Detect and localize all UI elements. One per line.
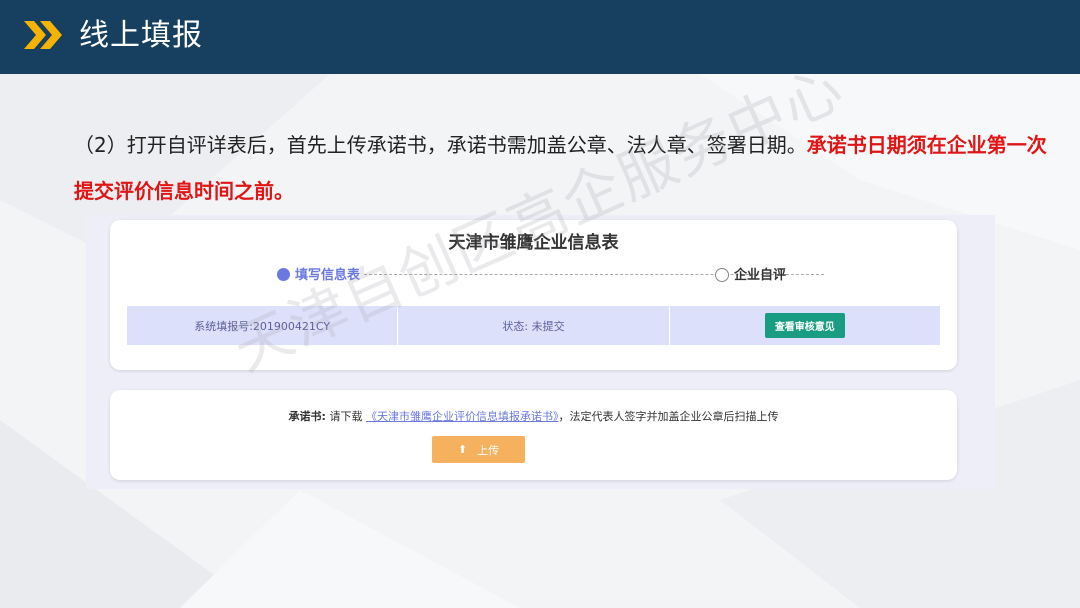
- upload-card: 承诺书: 请下载 《天津市雏鹰企业评价信息填报承诺书》，法定代表人签字并加盖企业…: [110, 390, 957, 480]
- slide-header: 线上填报: [0, 0, 1080, 74]
- review-cell: 查看审核意见: [670, 306, 940, 345]
- promise-suffix: ，法定代表人签字并加盖企业公章后扫描上传: [558, 410, 779, 423]
- view-review-button[interactable]: 查看审核意见: [764, 313, 845, 338]
- promise-prefix: 请下载: [325, 410, 366, 423]
- promise-instruction: 承诺书: 请下载 《天津市雏鹰企业评价信息填报承诺书》，法定代表人签字并加盖企业…: [110, 408, 957, 424]
- status-cell: 状态: 未提交: [398, 306, 670, 345]
- step-2-label[interactable]: 企业自评: [734, 264, 786, 283]
- status-text: 状态: 未提交: [502, 319, 565, 333]
- double-chevron-icon: [24, 21, 62, 49]
- upload-button[interactable]: ⬆ 上传: [432, 436, 525, 463]
- upload-icon: ⬆: [457, 443, 468, 456]
- step-2-indicator: [715, 268, 729, 282]
- upload-button-label: 上传: [477, 443, 500, 457]
- promise-download-link[interactable]: 《天津市雏鹰企业评价信息填报承诺书》: [366, 410, 559, 423]
- slide-title: 线上填报: [79, 18, 203, 53]
- promise-label: 承诺书:: [288, 410, 326, 423]
